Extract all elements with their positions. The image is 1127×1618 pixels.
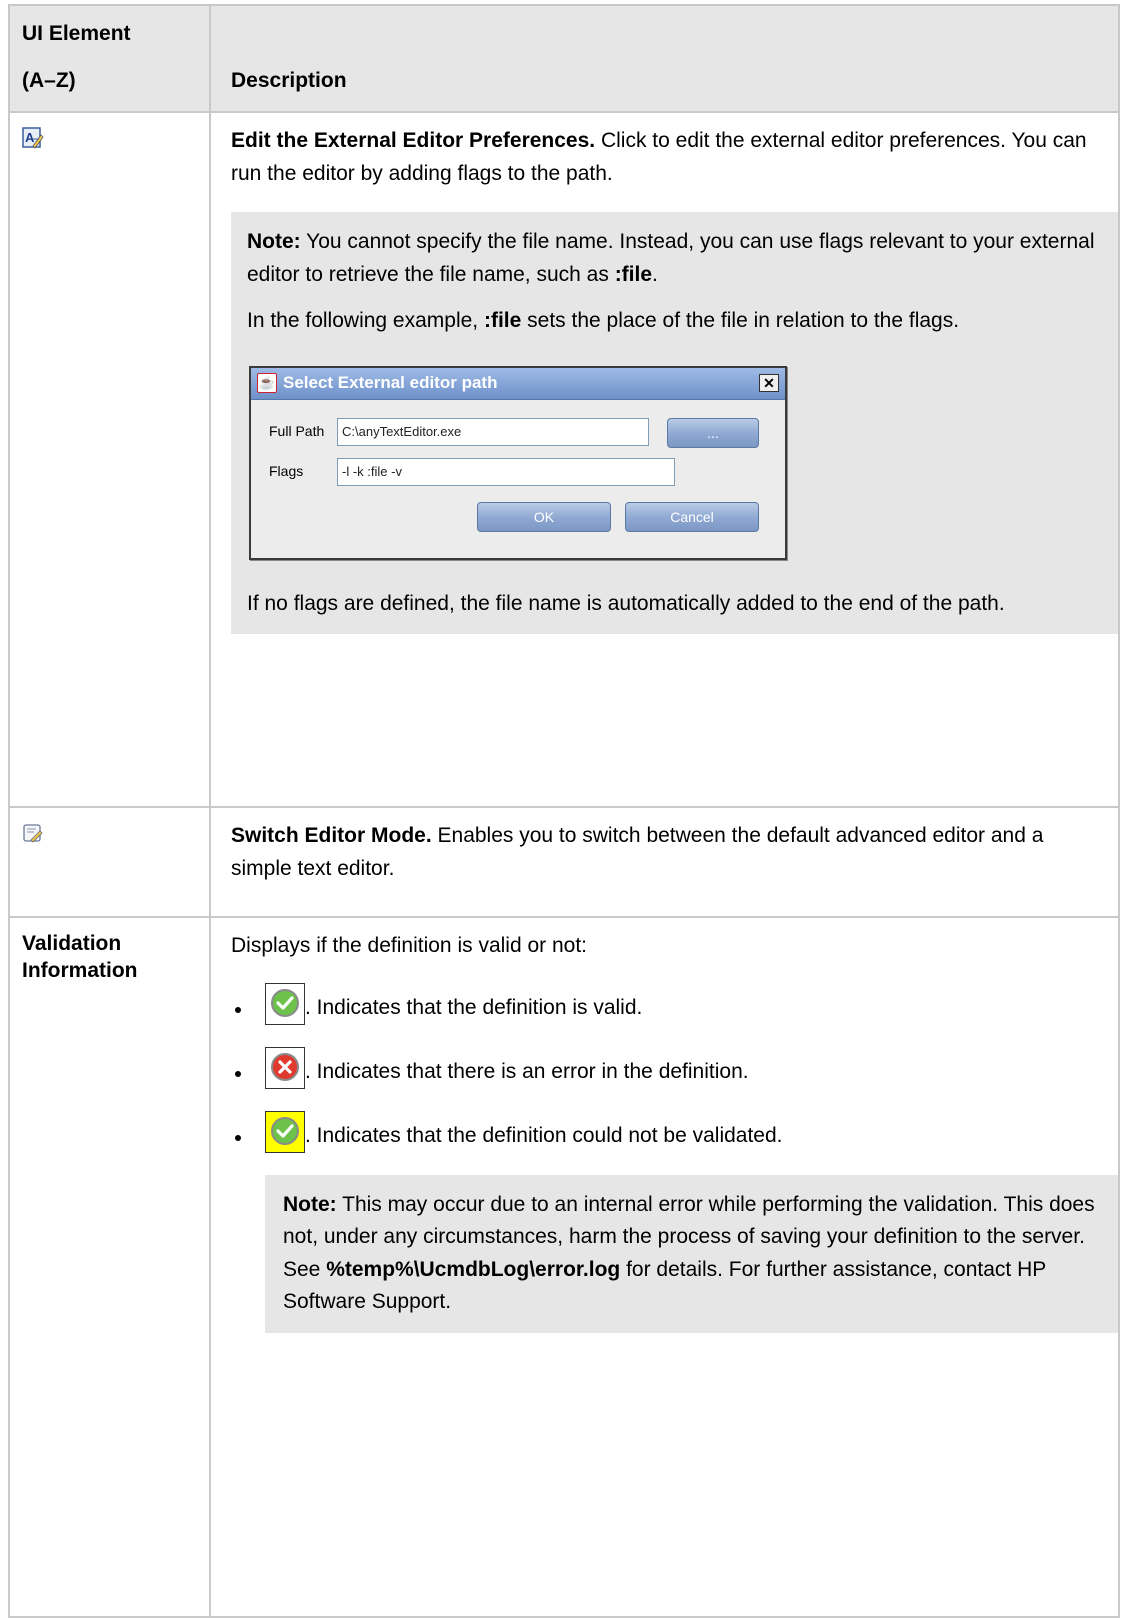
java-cup-icon: ☕	[257, 373, 277, 394]
flags-row: Flags -l -k :file -v	[269, 457, 675, 486]
close-icon: ✕	[759, 374, 779, 393]
browse-button: ...	[667, 417, 759, 448]
flags-input: -l -k :file -v	[337, 457, 675, 486]
dialog-titlebar: ☕ Select External editor path ✕	[251, 367, 785, 400]
list-item-text: . Indicates that the definition is valid…	[305, 996, 643, 1020]
not-validated-check-icon	[265, 1110, 305, 1153]
header-description: Description	[209, 3, 1120, 114]
table-row: Switch Editor Mode. Enables you to switc…	[8, 806, 1120, 919]
ui-elements-table: UI Element (A–Z) Description A Edit the …	[8, 3, 1120, 1618]
description-cell: Edit the External Editor Preferences. Cl…	[209, 111, 1120, 809]
note-box: Note: You cannot specify the file name. …	[231, 212, 1118, 635]
full-path-label: Full Path	[269, 422, 325, 439]
table-row: Validation Information Displays if the d…	[8, 916, 1120, 1618]
note-box: Note: This may occur due to an internal …	[265, 1174, 1118, 1333]
row-title: Edit the External Editor Preferences.	[231, 129, 596, 153]
note-label: Note:	[283, 1192, 337, 1216]
note-bold: :file	[614, 262, 653, 286]
note-text: In the following example,	[247, 309, 484, 333]
ui-element-cell: Validation Information	[8, 916, 211, 1618]
flags-label: Flags	[269, 462, 304, 479]
note-text: sets the place of the file in relation t…	[521, 309, 960, 333]
valid-check-icon	[265, 982, 305, 1025]
full-path-input: C:\anyTextEditor.exe	[337, 417, 649, 446]
external-editor-dialog-screenshot: ☕ Select External editor path ✕ Full Pat…	[249, 365, 787, 560]
note-text: You cannot specify the file name. Instea…	[247, 230, 1095, 286]
error-x-icon	[265, 1046, 305, 1089]
edit-preferences-icon: A	[22, 127, 44, 149]
ui-element-cell	[8, 806, 211, 919]
ok-button: OK	[477, 501, 611, 532]
log-path: %temp%\UcmdbLog\error.log	[326, 1257, 621, 1281]
switch-editor-mode-icon	[22, 822, 44, 844]
validation-status-list: . Indicates that the definition is valid…	[231, 982, 1102, 1153]
header-ui-element-line2: (A–Z)	[22, 68, 76, 92]
list-item: . Indicates that the definition is valid…	[231, 982, 1102, 1025]
ui-element-cell: A	[8, 111, 211, 809]
row-intro: Displays if the definition is valid or n…	[231, 934, 588, 958]
list-item-text: . Indicates that there is an error in th…	[305, 1060, 749, 1084]
svg-text:A: A	[25, 130, 35, 145]
ui-element-label-line1: Validation	[22, 932, 122, 956]
list-item: . Indicates that the definition could no…	[231, 1110, 1102, 1153]
note-bold: :file	[483, 309, 522, 333]
cancel-button: Cancel	[625, 501, 759, 532]
header-ui-element: UI Element (A–Z)	[8, 3, 211, 114]
list-item: . Indicates that there is an error in th…	[231, 1046, 1102, 1089]
description-cell: Switch Editor Mode. Enables you to switc…	[209, 806, 1120, 919]
table-header-row: UI Element (A–Z) Description	[8, 3, 1120, 114]
ui-element-label-line2: Information	[22, 959, 138, 983]
table-row: A Edit the External Editor Preferences. …	[8, 111, 1120, 809]
dialog-title: Select External editor path	[283, 373, 498, 393]
description-cell: Displays if the definition is valid or n…	[209, 916, 1120, 1618]
list-item-text: . Indicates that the definition could no…	[305, 1124, 783, 1148]
header-ui-element-line1: UI Element	[22, 22, 131, 45]
note-label: Note:	[247, 230, 301, 254]
full-path-row: Full Path C:\anyTextEditor.exe	[269, 417, 649, 446]
note-text: If no flags are defined, the file name i…	[247, 591, 1005, 615]
note-text-end: .	[652, 262, 658, 286]
row-title: Switch Editor Mode.	[231, 824, 432, 848]
